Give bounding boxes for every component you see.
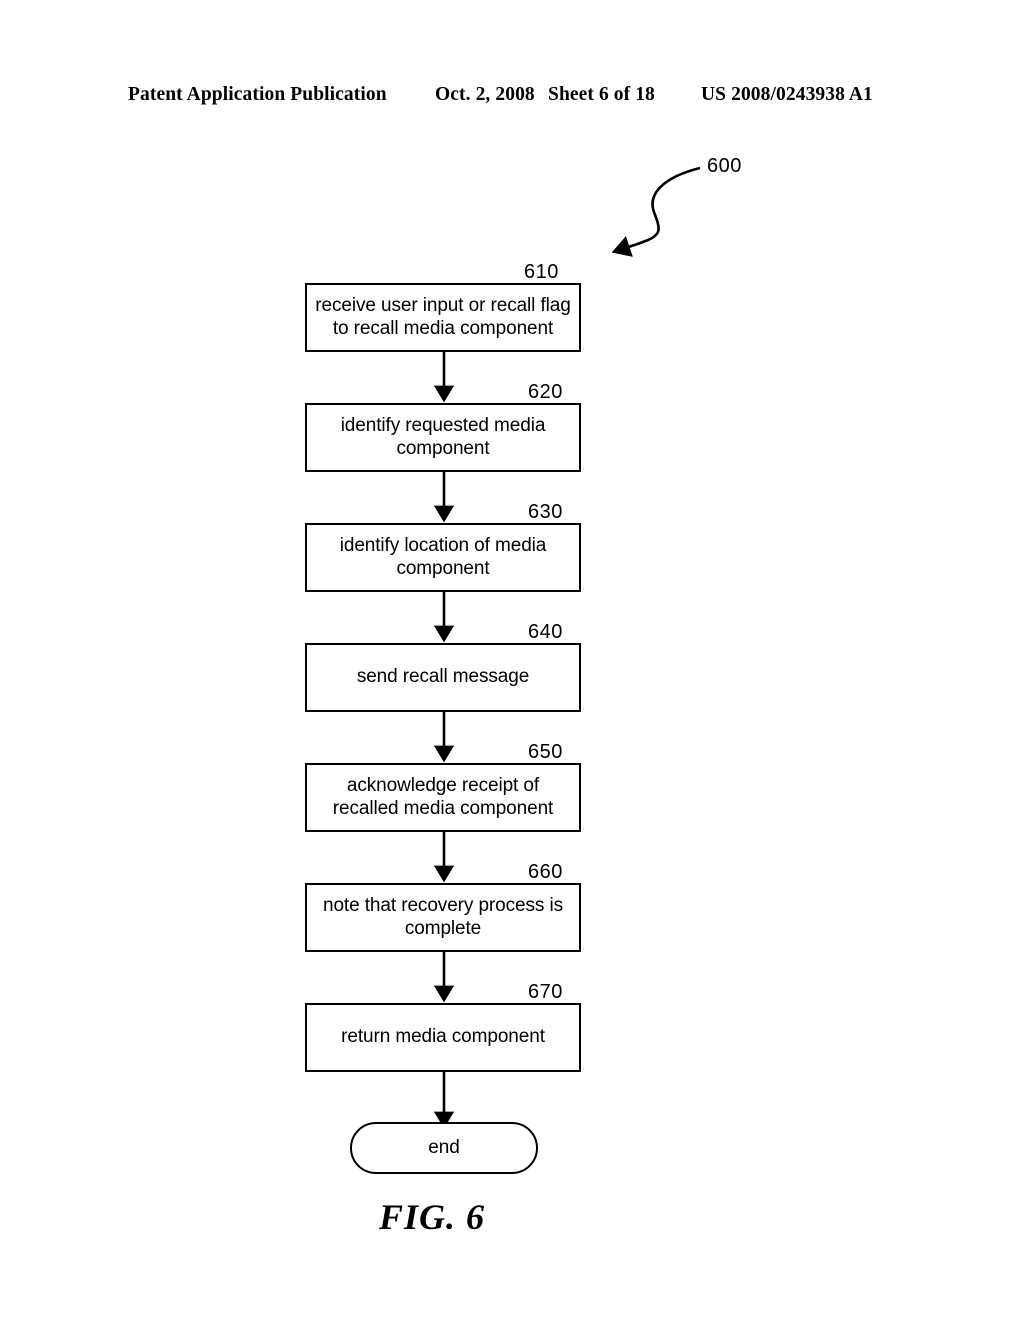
flow-node-670-label: return media component <box>341 1026 545 1048</box>
flow-node-640[interactable]: send recall message <box>305 643 581 712</box>
flow-node-650[interactable]: acknowledge receipt of recalled media co… <box>305 763 581 832</box>
flow-node-640-label: send recall message <box>356 666 530 688</box>
ref-numeral-660: 660 <box>528 861 563 883</box>
flowchart-figure: 600 610 receive user input or recall fla… <box>0 0 1024 1320</box>
flow-node-620[interactable]: identify requested media component <box>305 403 581 472</box>
figure-caption: FIG. 6 <box>378 1197 486 1237</box>
figure-caption-wrapper: FIG. 6 <box>0 1196 1024 1238</box>
ref-numeral-620: 620 <box>528 381 563 403</box>
ref-numeral-650: 650 <box>528 741 563 763</box>
ref-numeral-610: 610 <box>524 261 559 283</box>
flow-node-670[interactable]: return media component <box>305 1003 581 1072</box>
ref-numeral-600: 600 <box>707 155 742 177</box>
ref-numeral-640: 640 <box>528 621 563 643</box>
flow-node-end-label: end <box>428 1136 460 1158</box>
flow-node-630[interactable]: identify location of media component <box>305 523 581 592</box>
flow-node-end[interactable]: end <box>350 1122 538 1174</box>
flow-node-650-label: acknowledge receipt of recalled media co… <box>332 775 554 819</box>
flow-node-610-label: receive user input or recall flag to rec… <box>315 295 571 339</box>
flow-node-630-label: identify location of media component <box>339 535 547 579</box>
ref-numeral-670: 670 <box>528 981 563 1003</box>
flow-node-610[interactable]: receive user input or recall flag to rec… <box>305 283 581 352</box>
ref-numeral-630: 630 <box>528 501 563 523</box>
flow-node-620-label: identify requested media component <box>340 415 546 459</box>
flow-node-660[interactable]: note that recovery process is complete <box>305 883 581 952</box>
flow-node-660-label: note that recovery process is complete <box>323 895 563 939</box>
diagram-label-leader-arrow <box>611 166 701 257</box>
